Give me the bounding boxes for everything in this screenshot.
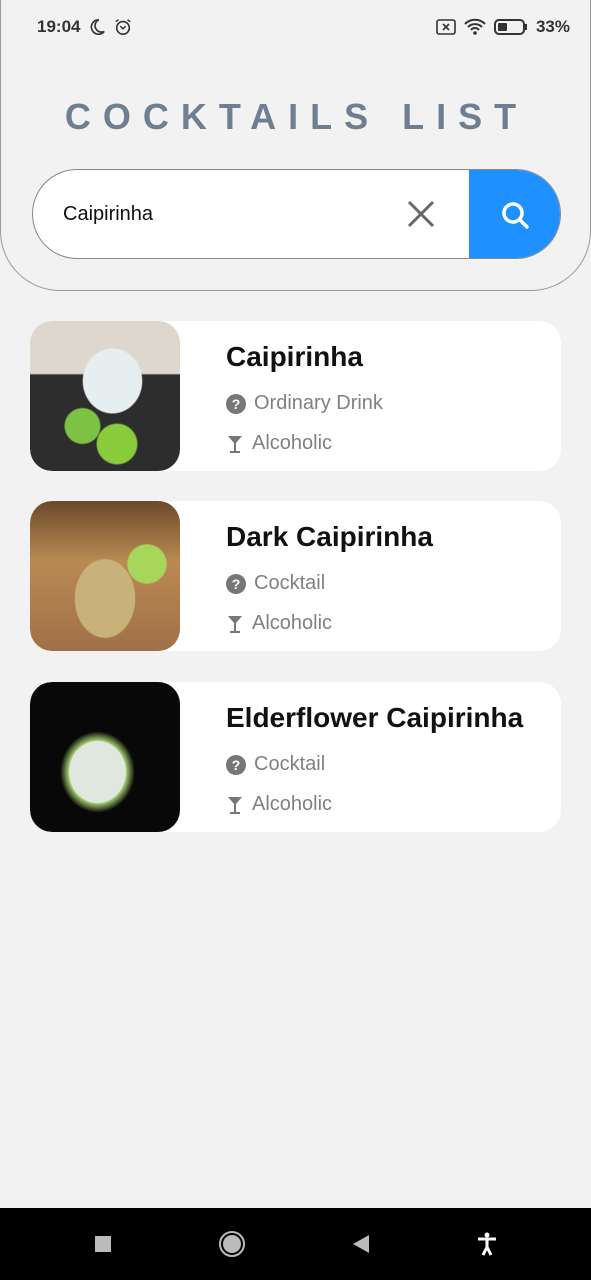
cocktail-glass-icon	[228, 615, 242, 633]
cocktail-glass-icon	[228, 435, 242, 453]
search-bar	[32, 169, 561, 259]
cocktail-glass-icon	[228, 796, 242, 814]
search-button[interactable]	[469, 170, 560, 258]
alarm-icon	[115, 19, 132, 36]
drink-image	[30, 321, 180, 471]
svg-text:?: ?	[232, 576, 241, 592]
drink-name: Caipirinha	[226, 341, 363, 372]
question-circle-icon: ?	[226, 393, 246, 414]
drink-category: ? Cocktail	[226, 753, 325, 776]
moon-icon	[91, 18, 106, 35]
search-icon	[501, 202, 529, 229]
battery-level: 33%	[535, 17, 570, 36]
clear-icon[interactable]	[405, 198, 437, 230]
page-title: COCKTAILS LIST	[64, 96, 529, 137]
drink-alcoholic: Alcoholic	[226, 793, 332, 816]
battery-icon	[493, 19, 527, 35]
sim-off-icon	[436, 19, 456, 35]
question-circle-icon: ?	[226, 573, 246, 594]
svg-text:?: ?	[232, 396, 241, 412]
drink-alcoholic: Alcoholic	[226, 432, 332, 455]
back-icon[interactable]	[351, 1233, 371, 1255]
status-bar: 19:04 33%	[37, 14, 570, 40]
drink-name: Dark Caipirinha	[226, 521, 433, 552]
drink-image	[30, 501, 180, 651]
accessibility-icon[interactable]	[476, 1232, 498, 1256]
drink-alcoholic: Alcoholic	[226, 612, 332, 635]
recents-icon[interactable]	[93, 1234, 113, 1254]
home-icon[interactable]	[218, 1230, 246, 1258]
drink-category: ? Cocktail	[226, 572, 325, 595]
system-nav-bar	[0, 1208, 591, 1280]
status-time: 19:04	[37, 17, 81, 36]
drink-name: Elderflower Caipirinha	[226, 702, 524, 733]
svg-text:?: ?	[232, 757, 241, 773]
search-input[interactable]	[63, 170, 393, 258]
wifi-icon	[464, 18, 486, 35]
drink-card[interactable]: Caipirinha ? Ordinary Drink Alcoholic	[30, 321, 561, 471]
drink-image	[30, 682, 180, 832]
drink-card[interactable]: Dark Caipirinha ? Cocktail Alcoholic	[30, 501, 561, 651]
header: 19:04 33% COCKTAILS LIST	[0, 0, 591, 291]
question-circle-icon: ?	[226, 754, 246, 775]
drink-card[interactable]: Elderflower Caipirinha ? Cocktail Alcohol…	[30, 682, 561, 832]
drink-category: ? Ordinary Drink	[226, 392, 383, 415]
